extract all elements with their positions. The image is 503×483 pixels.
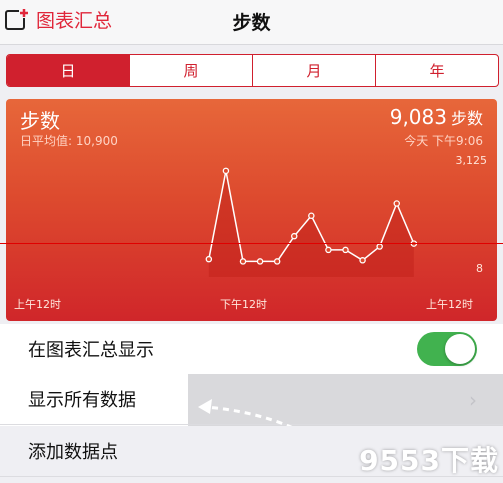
value-number: 9,083 [389, 105, 447, 129]
steps-chart-card: 步数 日平均值: 10,900 9,083 步数 今天 下午9:06 3,125 … [6, 99, 497, 321]
data-point [359, 257, 366, 264]
toggle-knob [445, 334, 475, 364]
annotation-line [0, 243, 503, 244]
show-in-dashboard-toggle[interactable] [417, 332, 477, 366]
watermark: 9553下载 [359, 444, 499, 477]
add-data-point-label: 添加数据点 [28, 442, 118, 463]
chevron-right-icon: › [469, 388, 477, 412]
steps-area [208, 170, 414, 277]
data-point [325, 246, 332, 254]
y-tick-max: 3,125 [455, 154, 488, 167]
segment-week[interactable]: 周 [129, 55, 252, 86]
data-point [290, 232, 298, 240]
show-in-dashboard-label: 在图表汇总显示 [28, 340, 154, 361]
data-point [205, 255, 213, 263]
current-value: 9,083 步数 [390, 105, 483, 129]
data-point [393, 200, 400, 207]
timestamp: 今天 下午9:06 [404, 134, 483, 148]
data-point [308, 212, 315, 220]
period-segmented-control: 日 周 月 年 [6, 54, 499, 87]
data-point [342, 246, 349, 254]
data-point [376, 243, 383, 250]
data-point [273, 258, 281, 265]
show-in-dashboard-row: 在图表汇总显示 [0, 324, 503, 375]
data-point [222, 167, 230, 175]
x-tick-noon: 下午12时 [220, 298, 267, 311]
page-title: 步数 [232, 12, 271, 34]
segment-month[interactable]: 月 [252, 55, 375, 86]
daily-average: 日平均值: 10,900 [20, 134, 118, 148]
data-point [239, 258, 247, 265]
x-tick-end: 上午12时 [426, 298, 473, 311]
y-tick-min: 8 [476, 262, 483, 275]
x-tick-start: 上午12时 [14, 298, 61, 311]
value-unit: 步数 [450, 109, 483, 128]
segment-day[interactable]: 日 [7, 55, 129, 86]
card-title: 步数 [20, 109, 60, 133]
show-all-data-label: 显示所有数据 [28, 390, 136, 411]
segment-year[interactable]: 年 [375, 55, 498, 86]
data-point [256, 258, 264, 265]
navigation-bar: 图表汇总 步数 [0, 0, 503, 45]
